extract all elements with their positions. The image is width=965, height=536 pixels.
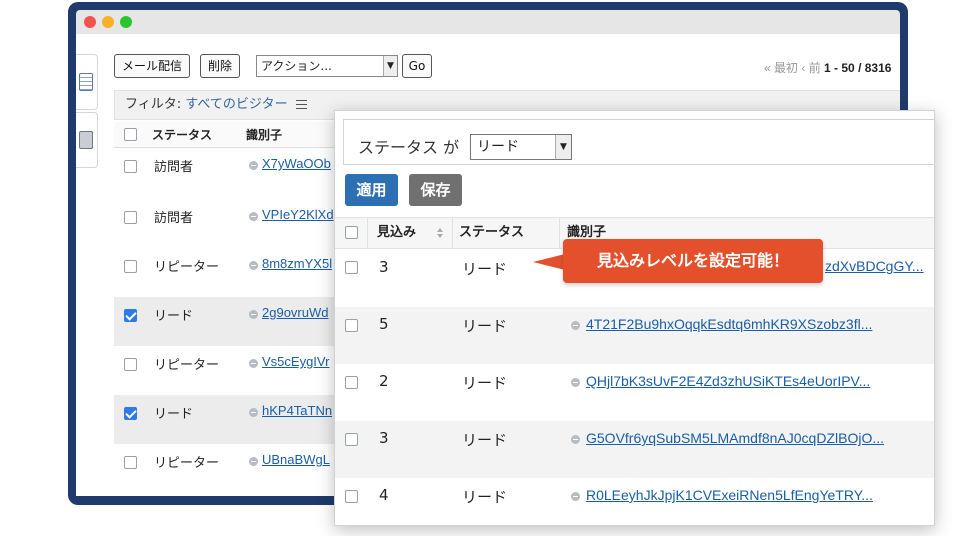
side-tab-print[interactable]: [76, 112, 98, 168]
table-row[interactable]: 2 リード QHjl7bK3sUvF2E4Zd3zhUSiKTEs4eUorIP…: [335, 364, 934, 421]
pager-range: 1 - 50 / 8316: [824, 61, 892, 75]
sort-icon[interactable]: [437, 228, 444, 238]
row-status: リピーター: [154, 456, 220, 471]
delete-button[interactable]: 削除: [200, 54, 240, 78]
remove-icon[interactable]: [249, 212, 258, 221]
remove-icon[interactable]: [249, 359, 258, 368]
mail-send-button[interactable]: メール配信: [114, 54, 190, 78]
pagination: « 最初 ‹ 前 1 - 50 / 8316: [764, 59, 891, 76]
column-divider: [367, 218, 368, 248]
select-all-checkbox[interactable]: [124, 128, 137, 141]
column-header-status[interactable]: ステータス: [459, 218, 524, 248]
remove-icon[interactable]: [571, 492, 580, 501]
remove-icon[interactable]: [249, 408, 258, 417]
select-all-checkbox[interactable]: [345, 226, 358, 239]
remove-icon[interactable]: [249, 310, 258, 319]
row-checkbox[interactable]: [124, 456, 137, 469]
row-checkbox[interactable]: [124, 211, 137, 224]
row-status: 訪問者: [154, 160, 194, 175]
feature-callout: 見込みレベルを設定可能！: [563, 239, 823, 283]
column-header-score[interactable]: 見込み: [377, 218, 416, 248]
row-score: 3: [379, 429, 389, 447]
column-divider: [452, 218, 453, 248]
panel-filter-box: ステータス が リード ▼: [343, 119, 934, 165]
action-select[interactable]: アクション... ▼: [256, 55, 398, 77]
row-checkbox[interactable]: [124, 358, 137, 371]
status-select-value: リード: [477, 139, 519, 155]
lead-filter-panel: ステータス が リード ▼ 適用 保存 見込み ステータス 識別子 3 リード …: [334, 110, 935, 526]
list-icon[interactable]: [295, 100, 307, 109]
row-id-link[interactable]: 4T21F2Bu9hxOqqkEsdtq6mhKR9XSzobz3fl...: [586, 316, 872, 332]
remove-icon[interactable]: [249, 161, 258, 170]
chevron-down-icon: ▼: [555, 135, 571, 159]
table-row[interactable]: 5 リード 4T21F2Bu9hxOqqkEsdtq6mhKR9XSzobz3f…: [335, 307, 934, 364]
remove-icon[interactable]: [249, 457, 258, 466]
pager-first-link[interactable]: « 最初: [764, 61, 798, 75]
row-checkbox[interactable]: [345, 433, 358, 446]
filter-value-link[interactable]: すべてのビジター: [185, 97, 287, 112]
remove-icon[interactable]: [571, 435, 580, 444]
minimize-window-icon[interactable]: [102, 16, 114, 28]
row-id-link[interactable]: 8m8zmYX5l: [262, 256, 332, 271]
remove-icon[interactable]: [249, 261, 258, 270]
column-divider: [559, 218, 560, 248]
close-window-icon[interactable]: [84, 16, 96, 28]
row-checkbox[interactable]: [124, 260, 137, 273]
row-checkbox[interactable]: [345, 376, 358, 389]
pager-prev-link[interactable]: ‹ 前: [801, 61, 820, 75]
remove-icon[interactable]: [571, 321, 580, 330]
row-id-link[interactable]: G5OVfr6yqSubSM5LMAmdf8nAJ0cqDZlBOjO...: [586, 430, 884, 446]
row-score: 5: [379, 315, 389, 333]
column-header-status[interactable]: ステータス: [152, 122, 212, 148]
row-status: リード: [462, 260, 508, 278]
column-header-id[interactable]: 識別子: [246, 122, 282, 148]
row-id-link[interactable]: hKP4TaTNn: [262, 403, 332, 418]
row-id-link[interactable]: 2g9ovruWd: [262, 305, 328, 320]
row-score: 2: [379, 372, 389, 390]
side-tab-list[interactable]: [76, 54, 98, 110]
row-id-link[interactable]: R0LEeyhJkJpjK1CVExeiRNen5LfEngYeTRY...: [586, 487, 873, 503]
table-row[interactable]: 4 リード R0LEeyhJkJpjK1CVExeiRNen5LfEngYeTR…: [335, 478, 934, 525]
printer-icon: [79, 131, 93, 149]
row-id-link[interactable]: QHjl7bK3sUvF2E4Zd3zhUSiKTEs4eUorIPV...: [586, 373, 870, 389]
row-status: リピーター: [154, 260, 220, 275]
row-status: リード: [462, 374, 508, 392]
row-status: リード: [154, 309, 194, 324]
row-id-link[interactable]: UBnaBWgL: [262, 452, 330, 467]
row-checkbox[interactable]: [345, 319, 358, 332]
callout-pointer: [533, 254, 565, 270]
status-select[interactable]: リード ▼: [470, 134, 572, 160]
go-button[interactable]: Go: [402, 54, 432, 78]
row-checkbox[interactable]: [124, 407, 137, 420]
row-status: リピーター: [154, 358, 220, 373]
row-status: リード: [154, 407, 194, 422]
row-id-link[interactable]: VPIeY2KlXd: [262, 207, 334, 222]
save-button[interactable]: 保存: [409, 174, 462, 206]
row-id-link[interactable]: Vs5cEygIVr: [262, 354, 329, 369]
row-checkbox[interactable]: [345, 261, 358, 274]
row-status: リード: [462, 317, 508, 335]
window-titlebar: [76, 10, 900, 34]
row-id-link[interactable]: X7yWaOOb: [262, 156, 331, 171]
row-score: 4: [379, 486, 389, 504]
apply-button[interactable]: 適用: [345, 174, 398, 206]
remove-icon[interactable]: [571, 378, 580, 387]
chevron-down-icon: ▼: [383, 56, 397, 76]
panel-filter-label: ステータス が: [358, 138, 460, 157]
row-status: リード: [462, 431, 508, 449]
row-checkbox[interactable]: [124, 160, 137, 173]
filter-label: フィルタ:: [125, 97, 182, 112]
row-checkbox[interactable]: [345, 490, 358, 503]
row-status: 訪問者: [154, 211, 194, 226]
table-row[interactable]: 3 リード G5OVfr6yqSubSM5LMAmdf8nAJ0cqDZlBOj…: [335, 421, 934, 478]
row-id-link[interactable]: zdXvBDCgGY...: [825, 258, 924, 274]
maximize-window-icon[interactable]: [120, 16, 132, 28]
list-document-icon: [79, 73, 93, 91]
row-status: リード: [462, 488, 508, 506]
row-score: 3: [379, 258, 389, 276]
action-select-value: アクション...: [261, 59, 332, 73]
row-checkbox[interactable]: [124, 309, 137, 322]
